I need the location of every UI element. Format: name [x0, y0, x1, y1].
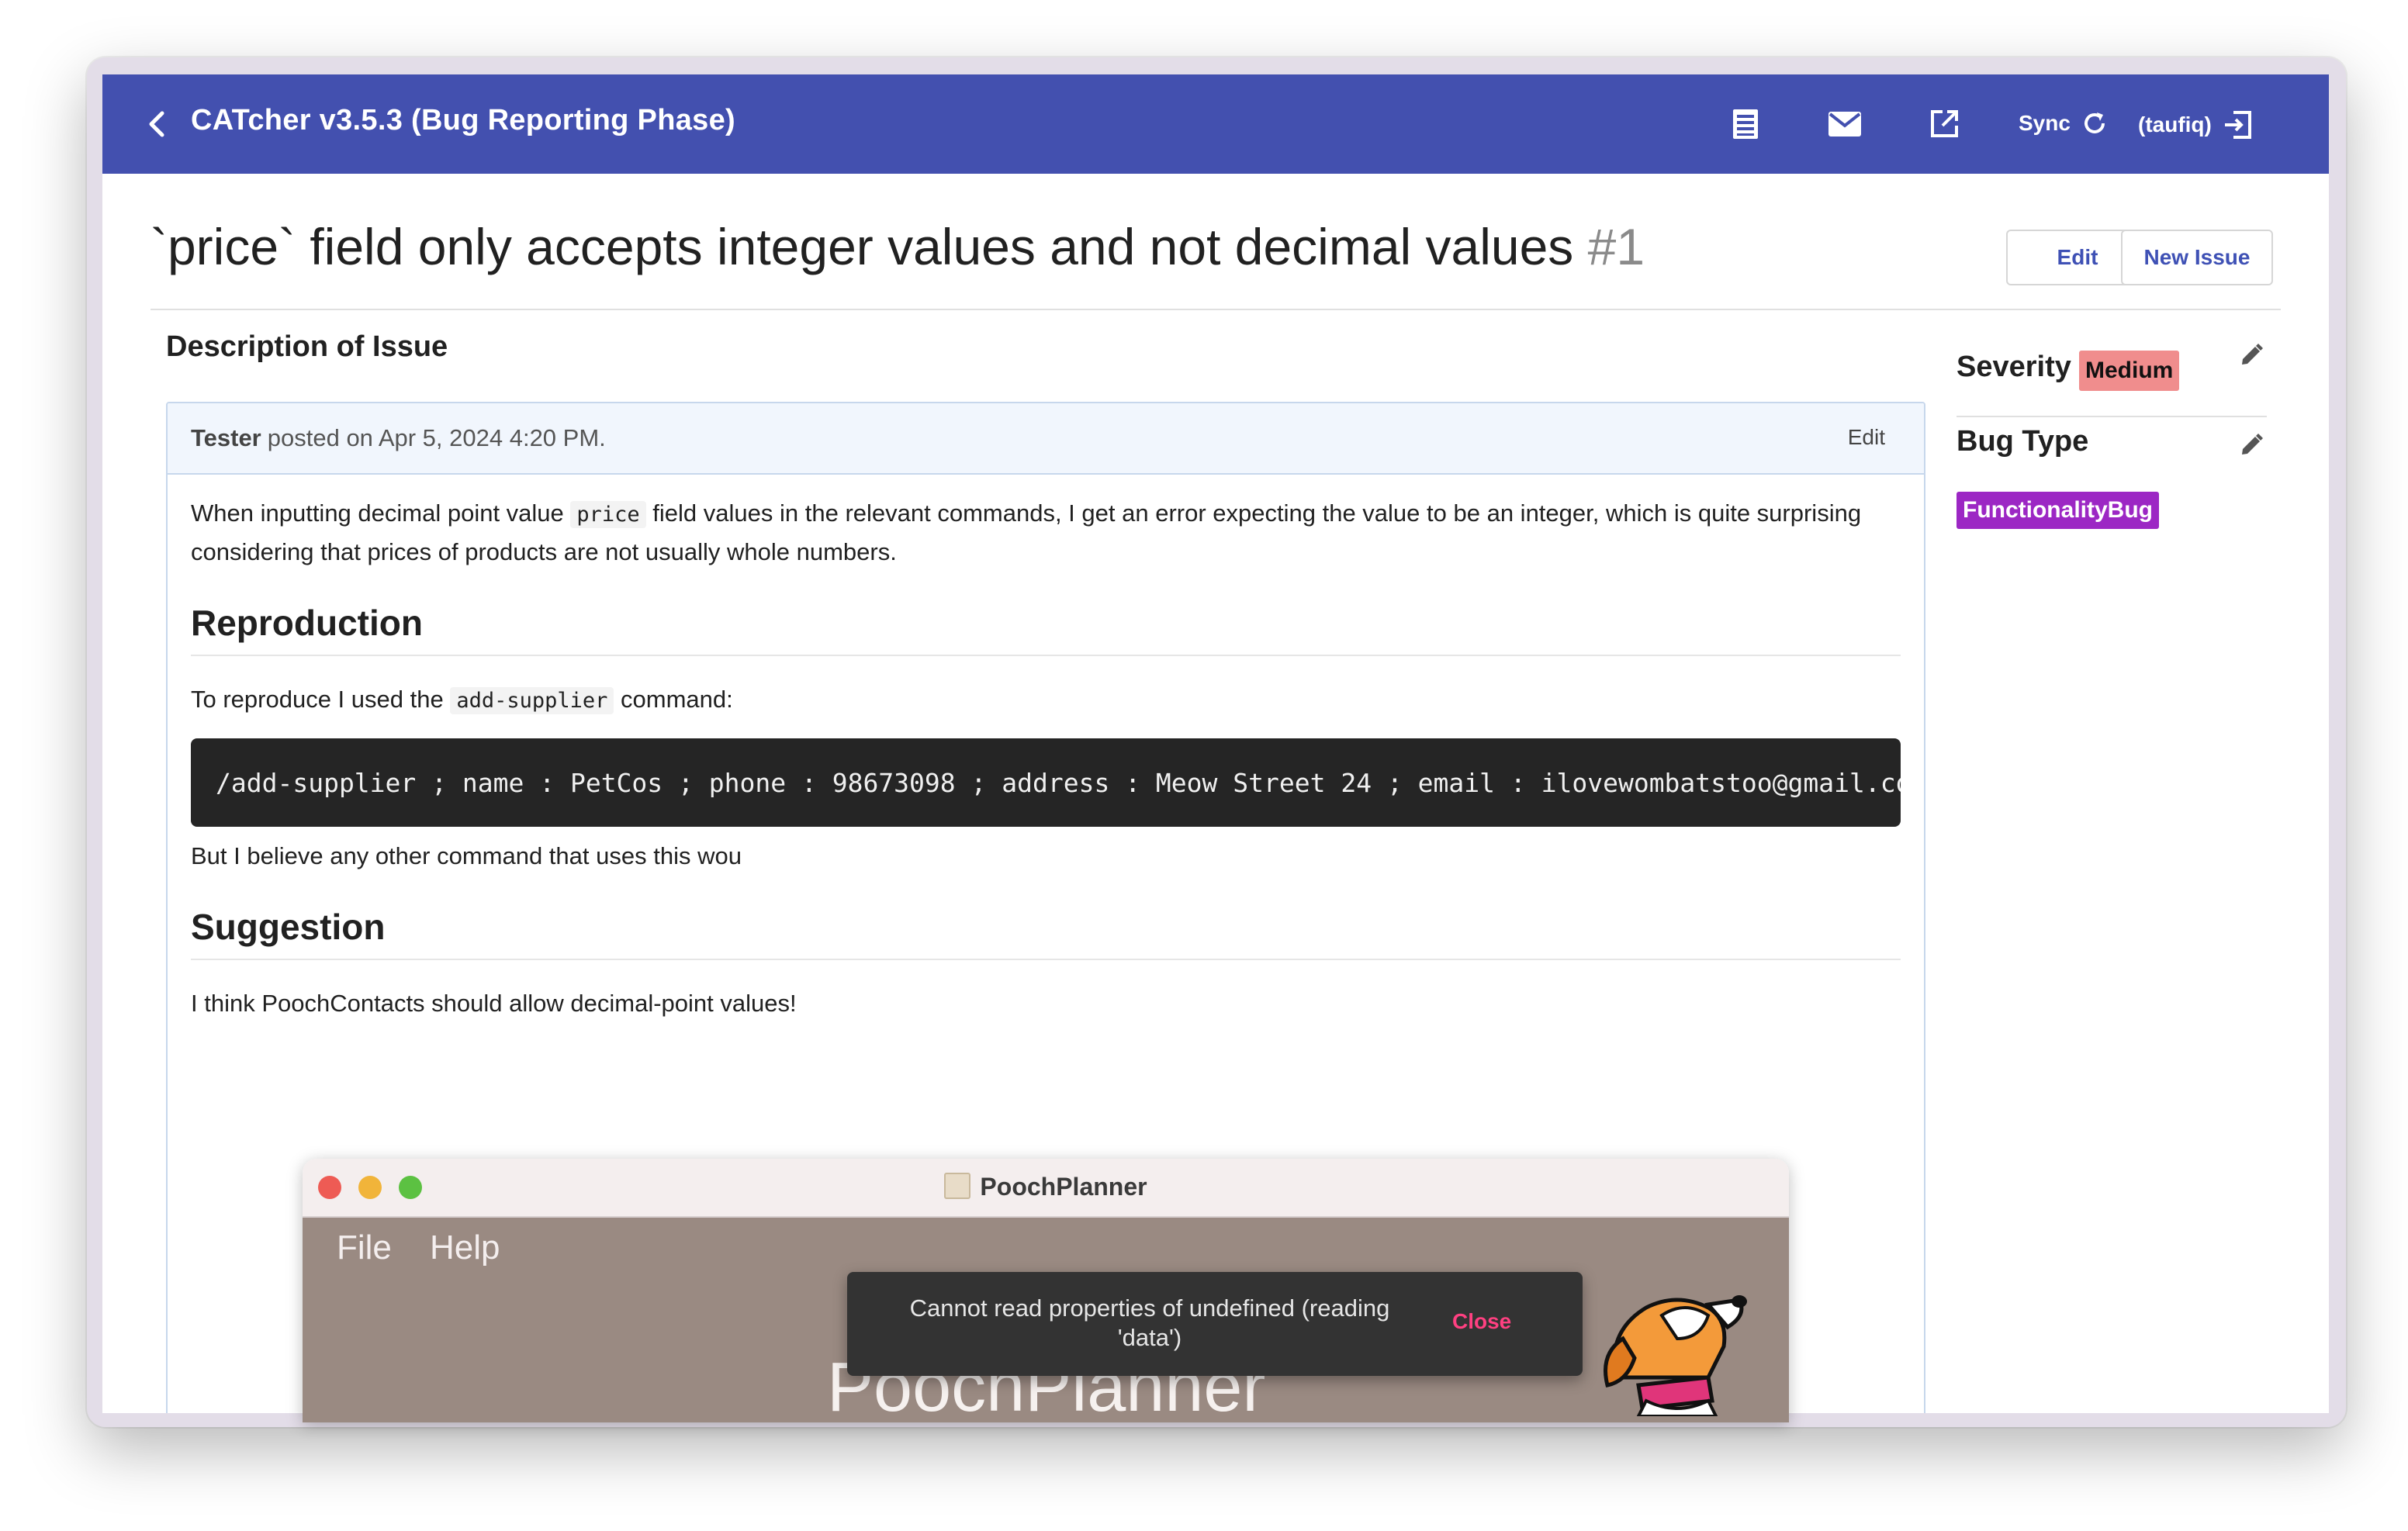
- embedded-titlebar: PoochPlanner: [303, 1159, 1789, 1218]
- app-icon: [944, 1173, 971, 1199]
- open-external-button[interactable]: [1921, 101, 1967, 147]
- refresh-icon: [2084, 112, 2105, 133]
- reproduction-heading: Reproduction: [191, 603, 423, 643]
- suggestion-heading: Suggestion: [191, 907, 386, 947]
- heading-rule: [191, 959, 1901, 960]
- comment-header: Tester posted on Apr 5, 2024 4:20 PM. Ed…: [168, 403, 1924, 475]
- edit-description-button[interactable]: Edit: [1848, 425, 1885, 450]
- description-paragraph: When inputting decimal point value price…: [191, 495, 1901, 571]
- bug-type-badge: FunctionalityBug: [1956, 492, 2159, 529]
- logout-button[interactable]: (taufiq): [2138, 110, 2252, 140]
- embedded-menu-help: Help: [430, 1229, 500, 1267]
- user-label: (taufiq): [2138, 112, 2212, 137]
- snackbar-message: Cannot read properties of undefined (rea…: [909, 1294, 1390, 1351]
- description-section-title: Description of Issue: [166, 330, 448, 363]
- edit-bug-type-button[interactable]: [2234, 428, 2268, 462]
- snackbar-close-button[interactable]: Close: [1452, 1309, 1511, 1334]
- sync-label: Sync: [2019, 111, 2071, 135]
- list-icon: [1733, 109, 1758, 139]
- comment-body: When inputting decimal point value price…: [191, 475, 1901, 1022]
- mail-icon: [1828, 112, 1861, 137]
- new-issue-button[interactable]: New Issue: [2121, 230, 2273, 285]
- suggestion-paragraph: I think PoochContacts should allow decim…: [191, 990, 797, 1017]
- toolbar: CATcher v3.5.3 (Bug Reporting Phase) Syn…: [102, 74, 2329, 174]
- inline-code-price: price: [570, 501, 646, 528]
- error-snackbar: Cannot read properties of undefined (rea…: [847, 1272, 1583, 1376]
- severity-badge: Medium: [2079, 351, 2180, 391]
- command-code-block: /add-supplier ; name : PetCos ; phone : …: [191, 738, 1901, 827]
- logout-icon: [2224, 111, 2251, 139]
- issue-title: `price` field only accepts integer value…: [150, 217, 1645, 276]
- heading-rule: [191, 655, 1901, 656]
- embedded-window-title-text: PoochPlanner: [980, 1173, 1147, 1201]
- pencil-icon: [2242, 344, 2263, 365]
- sync-button[interactable]: Sync: [2019, 110, 2108, 137]
- issue-title-text: `price` field only accepts integer value…: [150, 218, 1574, 275]
- embedded-menu-file: File: [337, 1229, 392, 1267]
- app-title: CATcher v3.5.3 (Bug Reporting Phase): [191, 104, 735, 137]
- edit-severity-button[interactable]: [2234, 338, 2268, 372]
- back-button[interactable]: [138, 105, 175, 143]
- comment-author: Tester: [191, 424, 261, 451]
- open-external-icon: [1931, 110, 1958, 137]
- after-code-paragraph: But I believe any other command that use…: [191, 842, 742, 869]
- mail-button[interactable]: [1822, 101, 1868, 147]
- pencil-icon: [2242, 434, 2263, 454]
- sidebar-divider: [1956, 416, 2267, 417]
- bug-type-label: Bug Type: [1956, 425, 2089, 458]
- reproduction-paragraph: To reproduce I used the add-supplier com…: [191, 681, 1901, 720]
- inline-code-add-supplier: add-supplier: [450, 687, 614, 714]
- comment-posted-text: posted on Apr 5, 2024 4:20 PM.: [267, 424, 606, 451]
- severity-label: Severity: [1956, 351, 2071, 383]
- repro-text-2: command:: [614, 686, 733, 713]
- dog-mascot-icon: [1604, 1295, 1747, 1416]
- view-list-button[interactable]: [1722, 101, 1769, 147]
- para-text-1: When inputting decimal point value: [191, 499, 571, 527]
- header-divider: [150, 309, 2281, 310]
- repro-text-1: To reproduce I used the: [191, 686, 451, 713]
- embedded-window-title: PoochPlanner: [303, 1173, 1789, 1201]
- issue-number: #1: [1587, 218, 1645, 275]
- back-arrow-icon: [149, 111, 164, 137]
